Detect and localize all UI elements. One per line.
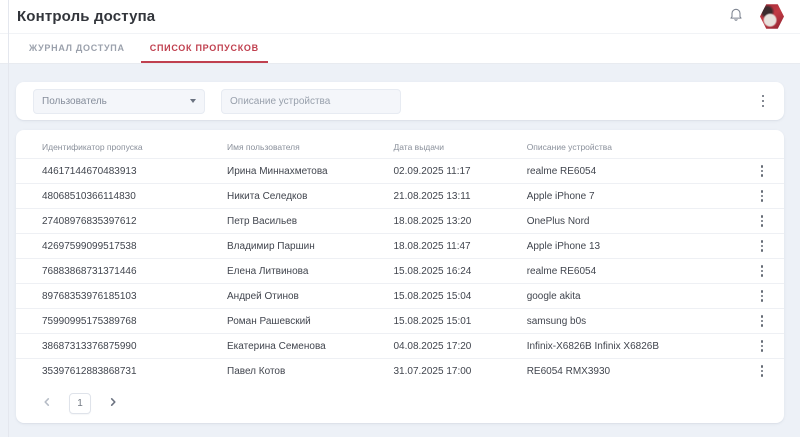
user-avatar[interactable] — [760, 4, 784, 30]
user-filter-select[interactable]: Пользователь — [33, 89, 205, 114]
cell-pass-id: 38687313376875990 — [30, 341, 215, 352]
column-header-pass-id: Идентификатор пропуска — [30, 142, 215, 152]
cell-device: realme RE6054 — [515, 166, 722, 177]
table-header-row: Идентификатор пропуска Имя пользователя … — [16, 135, 784, 158]
column-header-device: Описание устройства — [515, 142, 722, 152]
table-row: 44617144670483913 Ирина Миннахметова 02.… — [16, 158, 784, 183]
row-menu-button[interactable] — [754, 212, 770, 230]
filter-bar: Пользователь — [16, 82, 784, 120]
filter-menu-button[interactable] — [754, 90, 772, 112]
cell-device: Apple iPhone 7 — [515, 191, 722, 202]
cell-issue-date: 02.09.2025 11:17 — [382, 166, 515, 177]
cell-pass-id: 76883868731371446 — [30, 266, 215, 277]
tab-pass-list[interactable]: СПИСОК ПРОПУСКОВ — [141, 34, 268, 63]
cell-device: samsung b0s — [515, 316, 722, 327]
column-header-user-name: Имя пользователя — [215, 142, 382, 152]
top-bar: Контроль доступа — [0, 0, 800, 34]
pagination-prev-button[interactable] — [40, 396, 54, 410]
cell-pass-id: 48068510366114830 — [30, 191, 215, 202]
row-menu-button[interactable] — [754, 187, 770, 205]
cell-user-name: Екатерина Семенова — [215, 341, 382, 352]
table-row: 89768353976185103 Андрей Отинов 15.08.20… — [16, 283, 784, 308]
column-header-issue-date: Дата выдачи — [382, 142, 515, 152]
row-menu-button[interactable] — [754, 312, 770, 330]
pagination: 1 — [16, 383, 784, 423]
cell-issue-date: 04.08.2025 17:20 — [382, 341, 515, 352]
chevron-right-icon — [108, 394, 118, 412]
chevron-down-icon — [190, 99, 196, 103]
pass-table-card: Идентификатор пропуска Имя пользователя … — [16, 130, 784, 423]
cell-device: OnePlus Nord — [515, 216, 722, 227]
table-row: 75990995175389768 Роман Рашевский 15.08.… — [16, 308, 784, 333]
cell-issue-date: 15.08.2025 15:04 — [382, 291, 515, 302]
main-content: Пользователь Идентификатор пропуска Имя … — [0, 64, 800, 423]
cell-issue-date: 15.08.2025 16:24 — [382, 266, 515, 277]
page-title: Контроль доступа — [17, 8, 155, 25]
cell-issue-date: 15.08.2025 15:01 — [382, 316, 515, 327]
cell-device: realme RE6054 — [515, 266, 722, 277]
bell-icon — [728, 6, 744, 27]
chevron-left-icon — [42, 394, 52, 412]
cell-user-name: Петр Васильев — [215, 216, 382, 227]
cell-device: RE6054 RMX3930 — [515, 366, 722, 377]
cell-device: Apple iPhone 13 — [515, 241, 722, 252]
row-menu-button[interactable] — [754, 287, 770, 305]
cell-user-name: Андрей Отинов — [215, 291, 382, 302]
cell-pass-id: 89768353976185103 — [30, 291, 215, 302]
cell-pass-id: 27408976835397612 — [30, 216, 215, 227]
cell-pass-id: 75990995175389768 — [30, 316, 215, 327]
table-row: 35397612883868731 Павел Котов 31.07.2025… — [16, 358, 784, 383]
cell-issue-date: 18.08.2025 11:47 — [382, 241, 515, 252]
pagination-page-1[interactable]: 1 — [69, 393, 91, 414]
row-menu-button[interactable] — [754, 162, 770, 180]
tab-bar: ЖУРНАЛ ДОСТУПА СПИСОК ПРОПУСКОВ — [0, 34, 800, 64]
table-row: 27408976835397612 Петр Васильев 18.08.20… — [16, 208, 784, 233]
cell-user-name: Павел Котов — [215, 366, 382, 377]
cell-pass-id: 42697599099517538 — [30, 241, 215, 252]
device-description-input[interactable] — [221, 89, 401, 114]
cell-issue-date: 18.08.2025 13:20 — [382, 216, 515, 227]
sidebar-edge-divider — [8, 0, 9, 437]
cell-user-name: Роман Рашевский — [215, 316, 382, 327]
cell-pass-id: 35397612883868731 — [30, 366, 215, 377]
cell-user-name: Никита Селедков — [215, 191, 382, 202]
row-menu-button[interactable] — [754, 362, 770, 380]
cell-user-name: Елена Литвинова — [215, 266, 382, 277]
cell-device: Infinix-X6826B Infinix X6826B — [515, 341, 722, 352]
table-row: 42697599099517538 Владимир Паршин 18.08.… — [16, 233, 784, 258]
topbar-actions — [726, 4, 784, 30]
cell-issue-date: 21.08.2025 13:11 — [382, 191, 515, 202]
cell-issue-date: 31.07.2025 17:00 — [382, 366, 515, 377]
pagination-next-button[interactable] — [106, 396, 120, 410]
table-row: 48068510366114830 Никита Селедков 21.08.… — [16, 183, 784, 208]
row-menu-button[interactable] — [754, 337, 770, 355]
cell-user-name: Владимир Паршин — [215, 241, 382, 252]
row-menu-button[interactable] — [754, 237, 770, 255]
cell-pass-id: 44617144670483913 — [30, 166, 215, 177]
notifications-button[interactable] — [726, 7, 746, 27]
table-row: 76883868731371446 Елена Литвинова 15.08.… — [16, 258, 784, 283]
row-menu-button[interactable] — [754, 262, 770, 280]
tab-access-log[interactable]: ЖУРНАЛ ДОСТУПА — [20, 34, 134, 63]
kebab-vertical-icon — [762, 95, 765, 108]
table-row: 38687313376875990 Екатерина Семенова 04.… — [16, 333, 784, 358]
cell-user-name: Ирина Миннахметова — [215, 166, 382, 177]
user-filter-label: Пользователь — [42, 96, 107, 107]
cell-device: google akita — [515, 291, 722, 302]
